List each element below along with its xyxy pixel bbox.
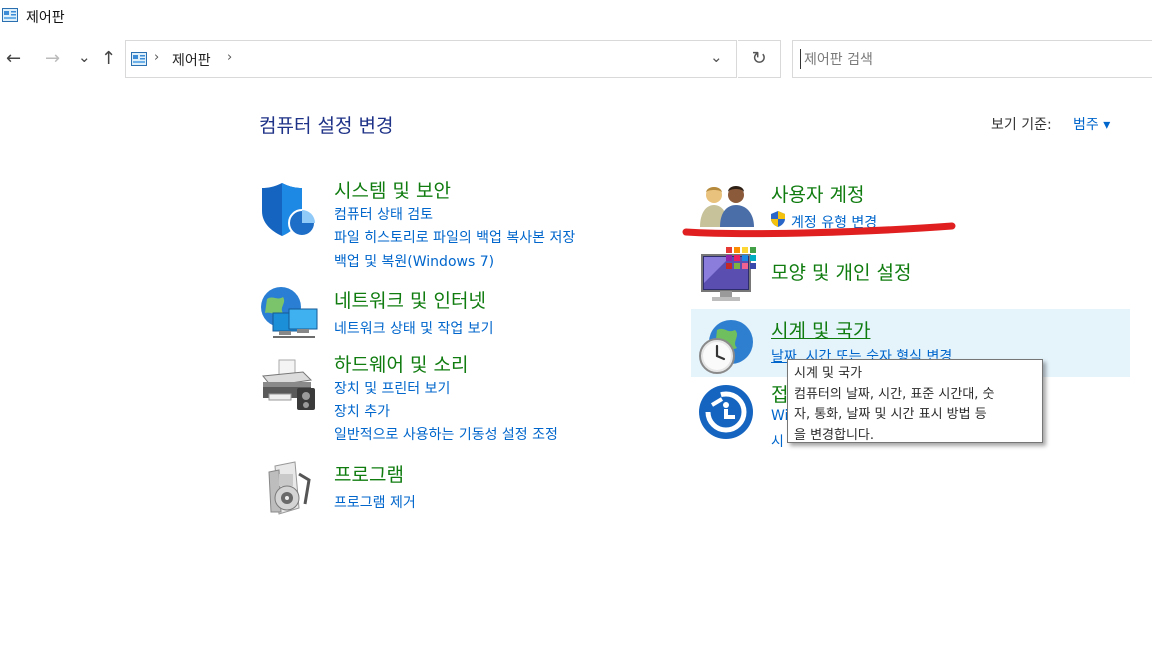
tooltip-line: 자, 통화, 날짜 및 시간 표시 방법 등 xyxy=(794,407,987,422)
link-uninstall-program[interactable]: 프로그램 제거 xyxy=(334,492,416,512)
personalization-icon[interactable] xyxy=(700,247,758,305)
control-panel-icon xyxy=(131,52,147,66)
title-bar: 제어판 xyxy=(0,0,1152,34)
link-network-status[interactable]: 네트워크 상태 및 작업 보기 xyxy=(334,318,493,338)
link-review-status[interactable]: 컴퓨터 상태 검토 xyxy=(334,204,433,224)
ease-of-access-icon[interactable] xyxy=(697,383,755,441)
network-globe-icon[interactable] xyxy=(259,285,321,343)
category-user-accounts[interactable]: 사용자 계정 xyxy=(771,180,864,207)
link-add-device[interactable]: 장치 추가 xyxy=(334,401,390,421)
breadcrumb-separator[interactable]: › xyxy=(154,50,159,65)
back-button[interactable]: ← xyxy=(6,49,21,69)
tooltip-line: 을 변경합니다. xyxy=(794,427,875,443)
printer-icon[interactable] xyxy=(259,358,319,412)
breadcrumb-separator[interactable]: › xyxy=(227,50,232,65)
address-dropdown-button[interactable]: ⌄ xyxy=(710,48,723,66)
shield-icon[interactable] xyxy=(260,181,318,239)
category-ease-of-access[interactable]: 접 xyxy=(771,380,788,407)
page-title: 컴퓨터 설정 변경 xyxy=(259,115,394,137)
tooltip-title: 시계 및 국가 xyxy=(794,366,863,381)
category-clock-region[interactable]: 시계 및 국가 xyxy=(771,316,870,343)
category-network-internet[interactable]: 네트워크 및 인터넷 xyxy=(334,286,486,313)
category-appearance-personalization[interactable]: 모양 및 개인 설정 xyxy=(771,258,911,285)
search-input[interactable] xyxy=(802,42,1146,78)
breadcrumb-control-panel[interactable]: 제어판 xyxy=(172,50,211,70)
view-by-dropdown[interactable]: 범주 ▾ xyxy=(1073,114,1110,134)
forward-button[interactable]: → xyxy=(45,49,60,69)
view-by-label: 보기 기준: xyxy=(991,117,1052,133)
link-ease-of-access-1[interactable]: Wi xyxy=(771,408,788,424)
link-backup-restore[interactable]: 백업 및 복원(Windows 7) xyxy=(334,251,494,271)
category-programs[interactable]: 프로그램 xyxy=(334,460,404,487)
search-box[interactable] xyxy=(792,40,1152,78)
window-title: 제어판 xyxy=(26,10,65,26)
clock-globe-icon[interactable] xyxy=(697,318,755,376)
link-mobility-settings[interactable]: 일반적으로 사용하는 기동성 설정 조정 xyxy=(334,424,558,444)
link-ease-of-access-2[interactable]: 시 xyxy=(771,431,784,451)
text-cursor xyxy=(800,49,801,69)
link-file-history[interactable]: 파일 히스토리로 파일의 백업 복사본 저장 xyxy=(334,227,575,247)
red-annotation-stroke xyxy=(682,222,956,238)
refresh-button[interactable]: ↻ xyxy=(738,40,781,78)
tooltip-line: 컴퓨터의 날짜, 시간, 표준 시간대, 숫 xyxy=(794,386,995,402)
control-panel-icon xyxy=(2,8,18,22)
category-hardware-sound[interactable]: 하드웨어 및 소리 xyxy=(334,350,468,377)
address-bar[interactable]: › 제어판 › ⌄ xyxy=(125,40,737,78)
tooltip: 시계 및 국가 컴퓨터의 날짜, 시간, 표준 시간대, 숫 자, 통화, 날짜… xyxy=(787,359,1043,443)
link-devices-printers[interactable]: 장치 및 프린터 보기 xyxy=(334,378,450,398)
category-system-security[interactable]: 시스템 및 보안 xyxy=(334,176,451,203)
programs-icon[interactable] xyxy=(265,460,313,516)
recent-locations-button[interactable]: ⌄ xyxy=(78,47,91,67)
up-button[interactable]: ↑ xyxy=(101,49,116,69)
